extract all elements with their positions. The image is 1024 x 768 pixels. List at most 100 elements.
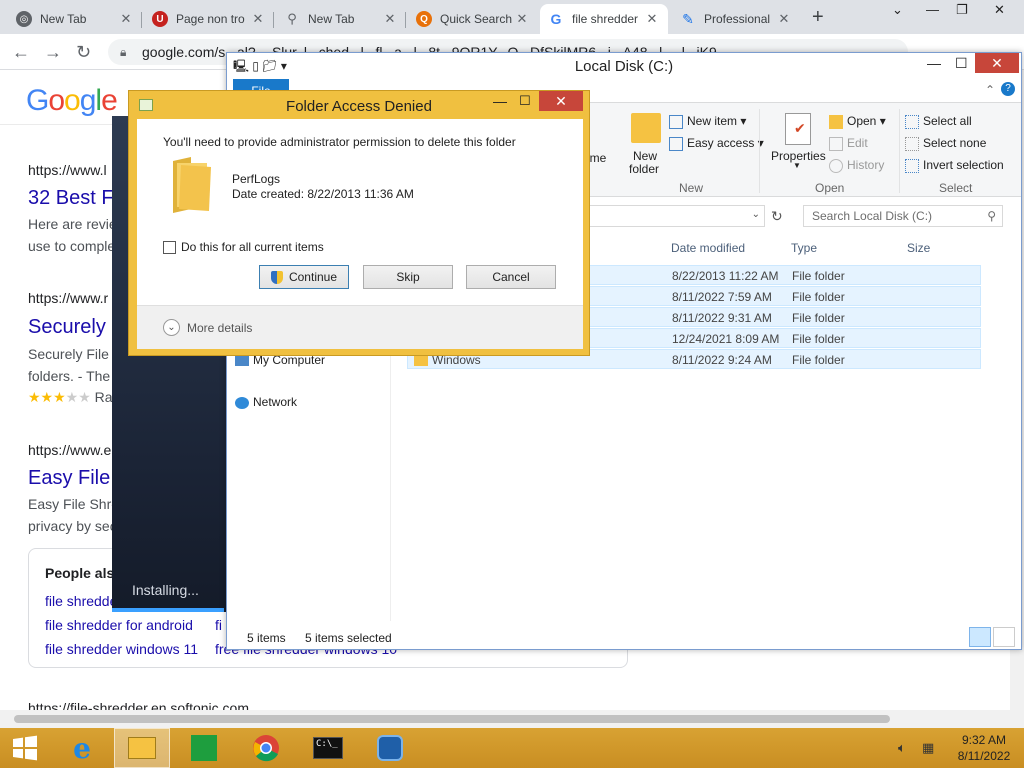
related-search-link[interactable]: file shredder windows 11 bbox=[45, 641, 198, 657]
related-search-link[interactable]: fi bbox=[215, 617, 222, 633]
minimize-icon[interactable]: — bbox=[926, 2, 939, 17]
close-icon[interactable]: ✕ bbox=[514, 11, 530, 27]
new-folder-label[interactable]: New bbox=[633, 149, 657, 163]
taskbar-command-prompt[interactable]: C:\_ bbox=[300, 728, 356, 768]
back-icon[interactable]: ← bbox=[12, 42, 30, 63]
tab-file-shredder[interactable]: G file shredder ✕ bbox=[540, 4, 668, 34]
result-snippet: Here are revie bbox=[28, 216, 117, 232]
result-url[interactable]: https://www.l bbox=[28, 162, 107, 178]
minimize-icon[interactable]: — bbox=[927, 55, 941, 71]
column-type[interactable]: Type bbox=[791, 241, 817, 255]
continue-button[interactable]: Continue bbox=[259, 265, 349, 289]
new-folder-label[interactable]: folder bbox=[629, 162, 659, 176]
taskbar-file-explorer[interactable] bbox=[114, 728, 170, 768]
file-explorer-icon bbox=[128, 737, 156, 759]
column-size[interactable]: Size bbox=[907, 241, 930, 255]
chevron-down-icon[interactable]: ⌄ bbox=[892, 2, 903, 18]
taskbar-store[interactable] bbox=[176, 728, 232, 768]
cancel-button[interactable]: Cancel bbox=[466, 265, 556, 289]
tab-label: Professional bbox=[704, 12, 771, 26]
open-label: Open bbox=[847, 114, 877, 128]
result-title[interactable]: Securely F bbox=[28, 316, 124, 339]
tab-page-non-trovata[interactable]: U Page non tro ✕ bbox=[144, 4, 274, 34]
dialog-footer: ⌄ More details bbox=[137, 305, 583, 349]
new-item-button[interactable]: New item ▾ bbox=[669, 114, 746, 129]
result-url[interactable]: https://www.e bbox=[28, 442, 111, 458]
related-search-link[interactable]: file shredde bbox=[45, 593, 117, 609]
forward-icon[interactable]: → bbox=[44, 42, 62, 63]
skip-button[interactable]: Skip bbox=[363, 265, 453, 289]
tab-professional[interactable]: ✎ Professional ✕ bbox=[672, 4, 800, 34]
result-title[interactable]: Easy File bbox=[28, 467, 110, 490]
cmd-icon: C:\_ bbox=[313, 737, 343, 759]
horizontal-scrollbar[interactable] bbox=[0, 710, 1010, 728]
explorer-title: Local Disk (C:) bbox=[574, 58, 674, 75]
address-path-box[interactable]: ⌄ bbox=[587, 205, 765, 227]
system-clock[interactable]: 9:32 AM 8/11/2022 bbox=[944, 732, 1024, 764]
chevron-down-icon[interactable]: ▼ bbox=[793, 161, 801, 170]
restore-icon[interactable]: ❐ bbox=[956, 2, 968, 18]
reload-icon[interactable]: ↻ bbox=[76, 42, 91, 63]
close-icon[interactable]: ✕ bbox=[776, 11, 792, 27]
network-tray-icon[interactable]: ▦ bbox=[922, 740, 934, 756]
column-date-modified[interactable]: Date modified bbox=[671, 241, 745, 255]
folder-access-denied-dialog: Folder Access Denied — ☐ ✕ You'll need t… bbox=[128, 90, 590, 356]
select-none-button[interactable]: Select none bbox=[905, 136, 986, 151]
do-for-all-label[interactable]: Do this for all current items bbox=[181, 240, 324, 254]
clock-date: 8/11/2022 bbox=[957, 749, 1011, 763]
tab-label: New Tab bbox=[308, 12, 355, 26]
new-tab-button[interactable]: + bbox=[812, 6, 824, 29]
nav-label: Network bbox=[253, 395, 298, 409]
google-logo[interactable]: Google bbox=[26, 84, 118, 118]
clock-time: 9:32 AM bbox=[961, 733, 1007, 747]
do-for-all-checkbox[interactable] bbox=[163, 241, 176, 254]
close-window-icon[interactable]: ✕ bbox=[994, 2, 1005, 18]
chevron-down-icon[interactable]: ⌄ bbox=[752, 209, 760, 220]
close-icon[interactable]: ✕ bbox=[975, 53, 1019, 73]
more-details-link[interactable]: More details bbox=[187, 321, 252, 335]
close-icon[interactable]: ✕ bbox=[644, 11, 660, 27]
taskbar-app[interactable] bbox=[362, 728, 418, 768]
close-icon[interactable]: ✕ bbox=[382, 11, 398, 27]
invert-selection-button[interactable]: Invert selection bbox=[905, 158, 1004, 173]
easy-access-button[interactable]: Easy access ▾ bbox=[669, 136, 764, 151]
close-icon[interactable]: ✕ bbox=[250, 11, 266, 27]
item-count: 5 items bbox=[247, 631, 286, 645]
select-all-button[interactable]: Select all bbox=[905, 114, 972, 129]
close-icon[interactable]: ✕ bbox=[118, 11, 134, 27]
result-url[interactable]: https://file-shredder.en.softonic.com bbox=[28, 700, 249, 710]
result-snippet: Securely File bbox=[28, 346, 109, 362]
edit-button[interactable]: Edit bbox=[829, 136, 868, 151]
result-url[interactable]: https://www.r bbox=[28, 290, 108, 306]
tab-new-tab-1[interactable]: ◎ New Tab ✕ bbox=[8, 4, 142, 34]
volume-muted-icon[interactable]: 🔈︎ bbox=[898, 740, 906, 756]
dialog-title-bar[interactable]: Folder Access Denied — ☐ ✕ bbox=[129, 91, 589, 119]
result-title[interactable]: 32 Best F bbox=[28, 187, 114, 210]
result-snippet: privacy by sec bbox=[28, 518, 117, 534]
related-search-link[interactable]: file shredder for android bbox=[45, 617, 193, 633]
nav-item-network[interactable]: Network bbox=[235, 395, 298, 409]
professional-icon: ✎ bbox=[682, 10, 694, 27]
taskbar-chrome[interactable] bbox=[238, 728, 294, 768]
tab-new-tab-2[interactable]: ⚲ New Tab ✕ bbox=[276, 4, 406, 34]
search-input[interactable]: Search Local Disk (C:) ⚲ bbox=[803, 205, 1003, 227]
maximize-icon[interactable]: ☐ bbox=[955, 55, 968, 72]
maximize-icon[interactable]: ☐ bbox=[519, 93, 531, 109]
tab-quick-search[interactable]: Q Quick Search ✕ bbox=[408, 4, 538, 34]
rating-label: Ra bbox=[94, 389, 113, 405]
history-button[interactable]: History bbox=[829, 158, 884, 173]
edit-icon bbox=[829, 136, 843, 151]
collapse-ribbon-icon[interactable]: ⌃ bbox=[985, 83, 995, 97]
explorer-title-bar[interactable]: 🖳 ▯ 📁︎ ▾ Local Disk (C:) — ☐ ✕ bbox=[227, 53, 1021, 79]
start-button[interactable] bbox=[0, 728, 50, 768]
close-icon[interactable]: ✕ bbox=[539, 91, 583, 111]
taskbar-internet-explorer[interactable]: e bbox=[54, 728, 110, 768]
open-button[interactable]: Open ▾ bbox=[829, 114, 886, 129]
details-view-button[interactable] bbox=[969, 627, 991, 647]
expand-icon[interactable]: ⌄ bbox=[163, 319, 180, 336]
search-placeholder: Search Local Disk (C:) bbox=[812, 209, 933, 223]
large-icons-view-button[interactable] bbox=[993, 627, 1015, 647]
refresh-icon[interactable]: ↻ bbox=[771, 208, 783, 225]
help-icon[interactable]: ? bbox=[1001, 82, 1015, 96]
minimize-icon[interactable]: — bbox=[493, 93, 507, 109]
